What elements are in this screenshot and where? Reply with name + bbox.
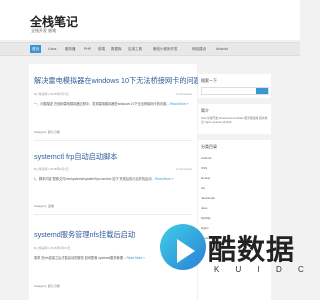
site-subtitle: 全栈开发 随笔 [31, 28, 57, 33]
read-more-link[interactable]: Read More » [170, 102, 188, 106]
search-widget: 搜索一下 [198, 74, 271, 98]
category-widget-title: 分类目录 [201, 144, 217, 149]
post-title[interactable]: 解决雷电模拟器在windows 10下无法桥接网卡的问题 [34, 76, 201, 86]
nav-item-server[interactable]: 服务器 [63, 45, 78, 53]
search-button[interactable] [256, 88, 268, 94]
post-author-date: By 搜房网 | 2018年5月31日 [34, 246, 71, 250]
post-comments[interactable]: 0 Comment [176, 167, 192, 171]
category-item[interactable]: Java [201, 206, 207, 210]
watermark-subtext: K U I D C [214, 265, 311, 274]
post-excerpt-text: 1、脚本内容 配置文件/etc/systemd/system/frpc.serv… [34, 177, 155, 181]
about-widget-title: 简介 [201, 108, 209, 113]
divider [34, 140, 192, 141]
read-more-link[interactable]: Read More » [126, 256, 144, 260]
post-meta: By 搜房网 | 2018年6月1日 0 Comment [34, 167, 192, 171]
post-category[interactable]: Category: 默认分类 [34, 284, 60, 288]
post-excerpt-text: 一、问题描述 在使用雷电模拟器过程中，发现雷电模拟器在windows 10下无法… [34, 102, 169, 106]
search-widget-title: 搜索一下 [201, 78, 217, 83]
category-item[interactable]: Docker [201, 176, 211, 180]
nav-item-tools[interactable]: 实用工具 [126, 45, 144, 53]
nav-item-website[interactable]: 网站建设 [190, 45, 208, 53]
nav-item-frontend[interactable]: 前端 [96, 45, 107, 53]
post-excerpt: 一、问题描述 在使用雷电模拟器过程中，发现雷电模拟器在windows 10下无法… [34, 102, 192, 107]
post-title[interactable]: systemd服务管理nfs挂载后启动 [34, 230, 135, 240]
nav-item-home[interactable]: 首页 [30, 45, 41, 53]
post-author-date: By 搜房网 | 2018年6月1日 [34, 167, 69, 171]
category-item[interactable]: CSS [201, 166, 207, 170]
post-title[interactable]: systemctl frp自动启动脚本 [34, 152, 117, 162]
read-more-link[interactable]: Read More » [155, 177, 173, 181]
nav-item-database[interactable]: 数据库 [109, 45, 124, 53]
category-item[interactable]: Git [201, 186, 205, 190]
post-category[interactable]: Category: 运维 [34, 204, 54, 208]
post-excerpt-text: 需求 在nfs挂载之后才能启动的服务 如何配置 systemd服务管理... [34, 256, 126, 260]
about-text: Web全栈开发 Windows/Linux/Mac 服务器运维 相关笔记 Ngi… [201, 116, 268, 124]
post-category[interactable]: Category: 默认分类 [34, 130, 60, 134]
divider [34, 214, 192, 215]
play-icon [177, 239, 195, 263]
category-item[interactable]: Android [201, 156, 211, 160]
search-input[interactable] [201, 87, 269, 95]
main-nav: 首页 Linux 服务器 PHP 前端 数据库 实用工具 微信小程序开发 网站建… [0, 42, 300, 56]
nav-item-linux[interactable]: Linux [46, 45, 58, 53]
post-meta: By 搜房网 | 2018年6月2日 0 Comment [34, 92, 192, 96]
about-widget: 简介 Web全栈开发 Windows/Linux/Mac 服务器运维 相关笔记 … [198, 104, 271, 134]
post-excerpt: 1、脚本内容 配置文件/etc/systemd/system/frpc.serv… [34, 177, 192, 182]
nav-item-android[interactable]: Android [214, 45, 230, 53]
site-header: 全栈笔记 全栈开发 随笔 [0, 0, 300, 40]
nav-item-php[interactable]: PHP [82, 45, 93, 53]
category-item[interactable]: JavaScript [201, 196, 215, 200]
post-author-date: By 搜房网 | 2018年6月2日 [34, 92, 69, 96]
nav-item-miniprogram[interactable]: 微信小程序开发 [151, 45, 180, 53]
watermark-text: 酷数据 [208, 234, 296, 265]
post-comments[interactable]: 0 Comment [176, 92, 192, 96]
play-logo-icon [160, 224, 206, 270]
watermark-logo: 酷数据 K U I D C [160, 220, 304, 300]
